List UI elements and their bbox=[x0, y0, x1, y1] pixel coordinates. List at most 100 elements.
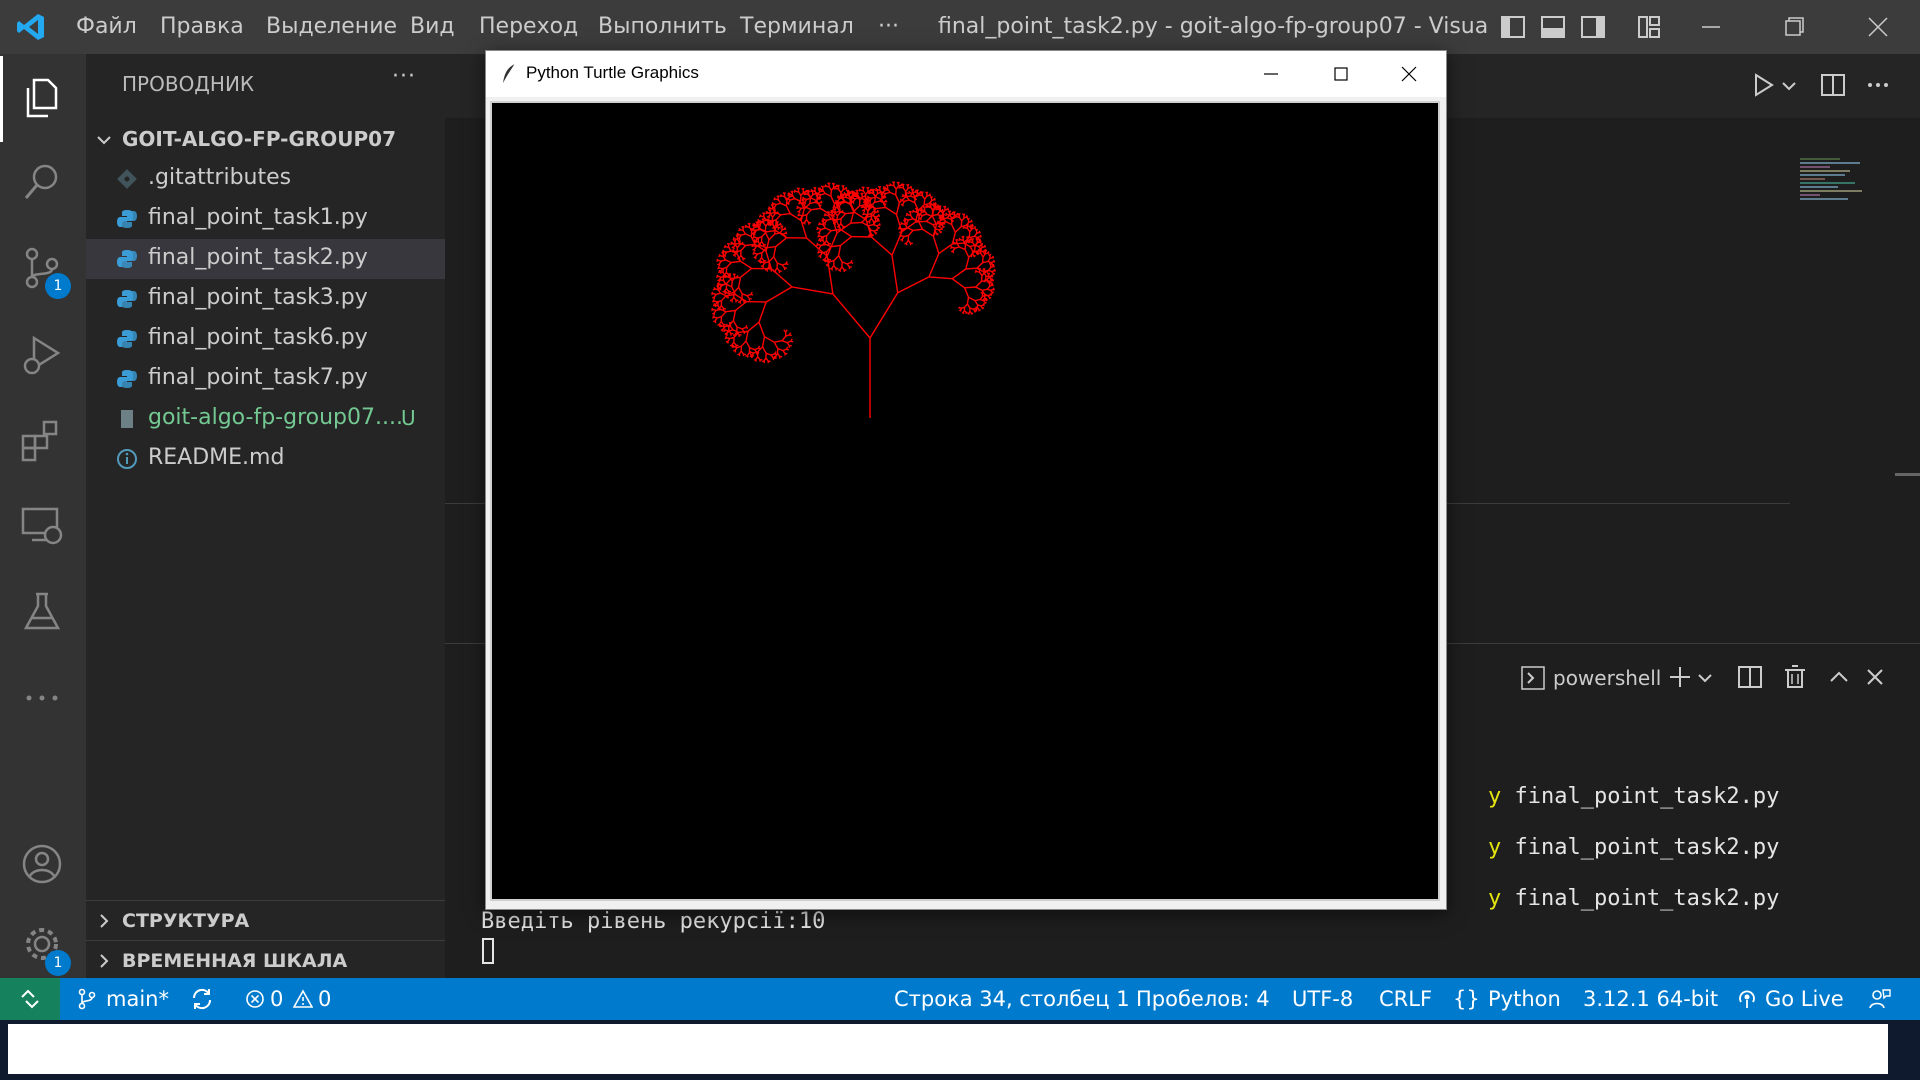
braces-icon: {} bbox=[1453, 987, 1480, 1011]
terminal-icon bbox=[1521, 666, 1545, 690]
file-untracked[interactable]: goit-algo-fp-group07.... U bbox=[86, 399, 445, 439]
terminal-cursor[interactable] bbox=[482, 938, 494, 964]
file-task3[interactable]: final_point_task3.py bbox=[86, 279, 445, 319]
file-name: goit-algo-fp-group07.... bbox=[148, 405, 403, 430]
file-name: final_point_task7.py bbox=[148, 365, 368, 390]
file-name: final_point_task1.py bbox=[148, 205, 368, 230]
explorer-more-button[interactable]: ··· bbox=[392, 64, 416, 89]
encoding[interactable]: UTF-8 bbox=[1292, 978, 1353, 1020]
menu-file[interactable]: Файл bbox=[76, 0, 137, 54]
menu-edit[interactable]: Правка bbox=[160, 0, 244, 54]
extensions-icon bbox=[21, 420, 58, 462]
terminal-line: y final_point_task2.py bbox=[1487, 886, 1780, 911]
files-icon bbox=[26, 78, 58, 118]
warning-count: 0 bbox=[318, 987, 332, 1011]
file-name: final_point_task2.py bbox=[148, 245, 368, 270]
turtle-window-title: Python Turtle Graphics bbox=[526, 63, 699, 82]
split-editor-icon[interactable] bbox=[1820, 72, 1846, 98]
file-task1[interactable]: final_point_task1.py bbox=[86, 199, 445, 239]
terminal-line-text: final_point_task2.py bbox=[1501, 784, 1780, 809]
close-icon[interactable] bbox=[1374, 51, 1444, 97]
source-control-button[interactable]: 1 bbox=[0, 228, 86, 308]
file-readme[interactable]: README.md bbox=[86, 439, 445, 479]
file-task7[interactable]: final_point_task7.py bbox=[86, 359, 445, 399]
turtle-canvas[interactable] bbox=[490, 101, 1440, 901]
taskbar-area bbox=[8, 1024, 1888, 1074]
remote-explorer-button[interactable] bbox=[0, 486, 86, 566]
turtle-graphics-window[interactable]: Python Turtle Graphics bbox=[485, 50, 1447, 910]
chevron-down-icon[interactable] bbox=[1781, 78, 1797, 94]
search-button[interactable] bbox=[0, 142, 86, 222]
menu-view[interactable]: Вид bbox=[410, 0, 455, 54]
restore-icon[interactable] bbox=[1760, 0, 1830, 54]
info-icon bbox=[117, 449, 137, 469]
tree-path bbox=[710, 181, 996, 418]
file-task2[interactable]: final_point_task2.py bbox=[86, 239, 445, 279]
file-task6[interactable]: final_point_task6.py bbox=[86, 319, 445, 359]
remote-explorer-icon bbox=[21, 507, 63, 545]
outline-section[interactable]: СТРУКТУРА bbox=[86, 900, 445, 941]
minimize-icon[interactable] bbox=[1236, 51, 1306, 97]
broadcast-icon bbox=[1739, 990, 1755, 1008]
python-icon bbox=[117, 250, 137, 268]
trash-icon[interactable] bbox=[1782, 664, 1808, 690]
cursor-position[interactable]: Строка 34, столбец 1 bbox=[894, 978, 1130, 1020]
chevron-up-icon[interactable] bbox=[1827, 665, 1851, 689]
accounts-button[interactable] bbox=[0, 824, 86, 904]
problems-indicator[interactable]: 0 0 bbox=[245, 978, 345, 1020]
git-branch[interactable]: main* bbox=[106, 978, 169, 1020]
language-mode[interactable]: Python bbox=[1488, 978, 1561, 1020]
python-interpreter[interactable]: 3.12.1 64-bit bbox=[1583, 978, 1718, 1020]
menu-run[interactable]: Выполнить bbox=[598, 0, 727, 54]
run-debug-icon bbox=[23, 335, 61, 375]
chevron-right-icon bbox=[100, 914, 109, 928]
git-icon bbox=[117, 169, 137, 189]
folder-root[interactable]: GOIT-ALGO-FP-GROUP07 bbox=[86, 120, 445, 160]
toggle-secondary-sidebar-icon[interactable] bbox=[1580, 14, 1606, 40]
section-title: ВРЕМЕННАЯ ШКАЛА bbox=[122, 950, 348, 972]
extensions-button[interactable] bbox=[0, 400, 86, 480]
indentation[interactable]: Пробелов: 4 bbox=[1136, 978, 1270, 1020]
feedback-icon[interactable] bbox=[1868, 988, 1892, 1010]
remote-indicator[interactable] bbox=[0, 978, 60, 1020]
more-views-button[interactable] bbox=[0, 658, 86, 738]
menu-more[interactable]: ··· bbox=[878, 0, 899, 54]
line-endings[interactable]: CRLF bbox=[1379, 978, 1432, 1020]
vscode-logo-icon bbox=[17, 14, 44, 40]
search-icon bbox=[24, 164, 58, 199]
testing-button[interactable] bbox=[0, 572, 86, 652]
file-gitattributes[interactable]: .gitattributes bbox=[86, 159, 445, 199]
split-terminal-icon[interactable] bbox=[1737, 664, 1763, 690]
scrollbar-thumb[interactable] bbox=[1895, 473, 1920, 476]
customize-layout-icon[interactable] bbox=[1636, 14, 1662, 40]
plus-icon[interactable] bbox=[1667, 664, 1693, 690]
menu-go[interactable]: Переход bbox=[479, 0, 578, 54]
terminal-shell-name[interactable]: powershell bbox=[1553, 666, 1661, 690]
run-debug-button[interactable] bbox=[0, 314, 86, 394]
branch-icon bbox=[78, 988, 96, 1010]
minimize-icon[interactable] bbox=[1676, 0, 1746, 54]
timeline-section[interactable]: ВРЕМЕННАЯ ШКАЛА bbox=[86, 940, 445, 981]
folder-name: GOIT-ALGO-FP-GROUP07 bbox=[122, 127, 396, 151]
chevron-down-icon[interactable] bbox=[1697, 670, 1713, 686]
fractal-tree bbox=[710, 181, 996, 418]
untracked-status: U bbox=[401, 406, 416, 430]
toggle-panel-icon[interactable] bbox=[1540, 14, 1566, 40]
warning-icon bbox=[293, 989, 313, 1008]
menu-selection[interactable]: Выделение bbox=[266, 0, 397, 54]
go-live-button[interactable]: Go Live bbox=[1765, 978, 1844, 1020]
more-actions-icon[interactable] bbox=[1865, 72, 1891, 98]
sync-icon[interactable] bbox=[190, 987, 214, 1011]
turtle-titlebar[interactable]: Python Turtle Graphics bbox=[486, 51, 1446, 97]
manage-button[interactable]: 1 bbox=[0, 904, 86, 984]
close-panel-icon[interactable] bbox=[1863, 665, 1887, 689]
explorer-button[interactable] bbox=[0, 58, 86, 138]
minimap[interactable] bbox=[1800, 156, 1880, 266]
menu-terminal[interactable]: Терминал bbox=[740, 0, 854, 54]
ellipsis-icon bbox=[26, 695, 58, 701]
close-icon[interactable] bbox=[1843, 0, 1913, 54]
maximize-icon[interactable] bbox=[1306, 51, 1376, 97]
flask-icon bbox=[23, 592, 61, 630]
toggle-sidebar-icon[interactable] bbox=[1500, 14, 1526, 40]
run-icon[interactable] bbox=[1750, 72, 1776, 98]
